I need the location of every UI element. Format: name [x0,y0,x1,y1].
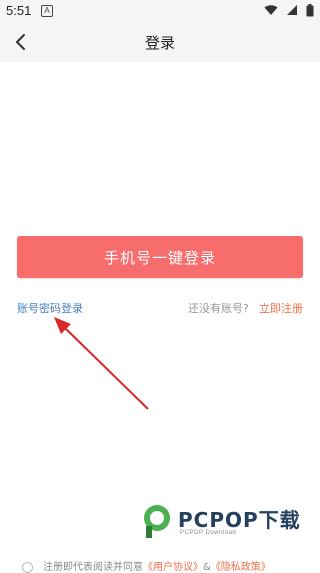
one-click-login-button[interactable]: 手机号一键登录 [17,236,303,278]
status-time: 5:51 [6,3,32,18]
nav-bar: 登录 [0,22,320,62]
no-account-text: 还没有账号? [188,302,249,315]
battery-icon [306,4,314,17]
wifi-icon [264,5,278,15]
register-link[interactable]: 立即注册 [259,300,303,316]
watermark-sub: PCPOP Download [180,530,237,536]
watermark: PCPOP下载 PCPOP Download [140,500,310,544]
status-icons [261,4,314,18]
agreement-row: 注册即代表阅读并同意《用户协议》&《隐私政策》 [22,558,271,573]
status-bar: 5:51 A [0,0,320,22]
agree-checkbox[interactable] [22,561,33,573]
watermark-brand: PCPOP下载 [178,508,301,532]
signal-icon [286,5,297,15]
pcpop-logo-icon [144,505,170,538]
password-login-link[interactable]: 账号密码登录 [17,300,83,316]
page-title: 登录 [144,34,175,52]
notification-icon: A [41,5,53,17]
annotation-arrow [54,317,149,410]
